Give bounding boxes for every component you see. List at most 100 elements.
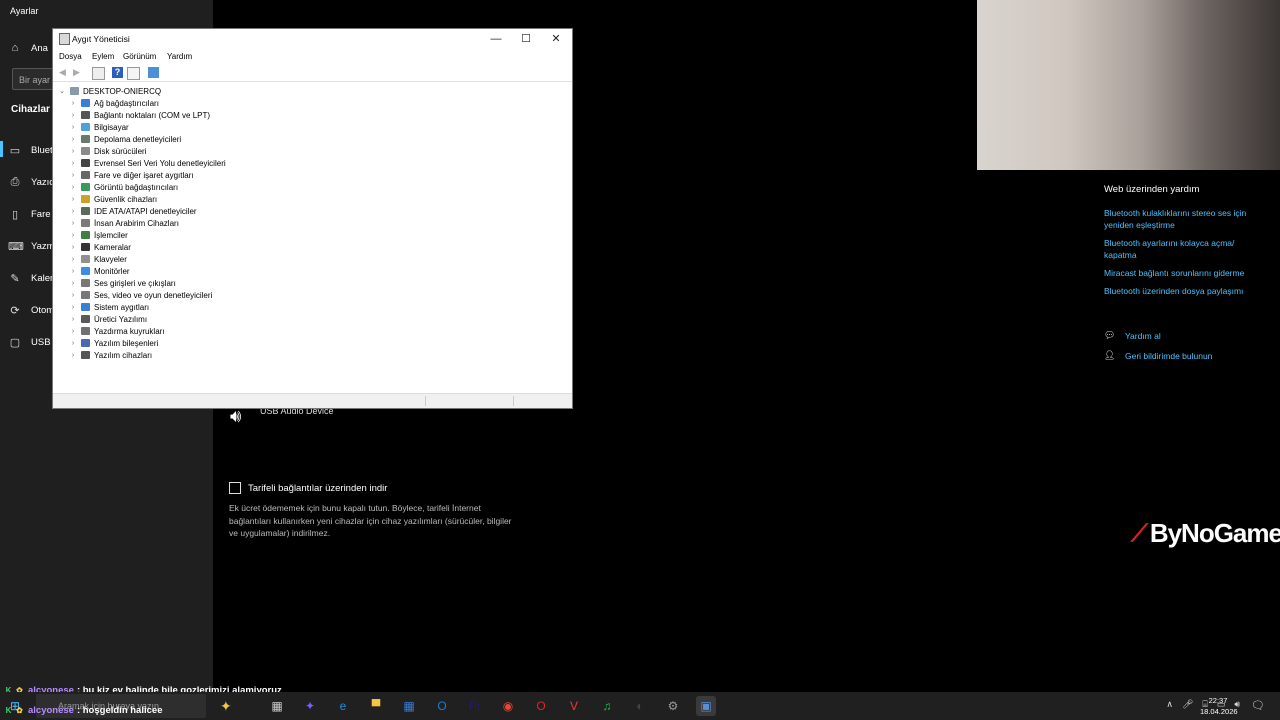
chevron-right-icon[interactable]: › — [68, 196, 78, 203]
device-category[interactable]: › Yazılım bileşenleri — [68, 337, 159, 349]
help-link[interactable]: Miracast bağlantı sorunlarını giderme — [1104, 267, 1269, 279]
device-manager-icon[interactable]: ▣ — [696, 696, 716, 716]
device-category[interactable]: › İnsan Arabirim Cihazları — [68, 217, 179, 229]
back-arrow-icon[interactable]: ◀ — [57, 67, 68, 78]
chevron-right-icon[interactable]: › — [68, 136, 78, 143]
outlook-icon[interactable]: O — [432, 696, 452, 716]
maximize-button[interactable]: ☐ — [511, 31, 541, 47]
chevron-right-icon[interactable]: › — [68, 352, 78, 359]
file-explorer-icon[interactable]: ▀ — [366, 696, 386, 716]
chevron-right-icon[interactable]: › — [68, 256, 78, 263]
device-category[interactable]: › Ağ bağdaştırıcıları — [68, 97, 159, 109]
menu-help[interactable]: Yardım — [167, 52, 192, 61]
nav-item-label: Yazm — [31, 240, 55, 252]
menu-view[interactable]: Görünüm — [123, 52, 156, 61]
device-category-label: Ses, video ve oyun denetleyicileri — [94, 290, 213, 300]
get-help-link[interactable]: 💬︎ Yardım al — [1104, 330, 1161, 341]
obs-icon[interactable]: ◐ — [630, 696, 650, 716]
device-category[interactable]: › Klavyeler — [68, 253, 127, 265]
device-category[interactable]: › Fare ve diğer işaret aygıtları — [68, 169, 194, 181]
help-link[interactable]: Bluetooth kulaklıklarını stereo ses için… — [1104, 207, 1269, 231]
scan-hardware-icon[interactable] — [148, 67, 159, 78]
device-category[interactable]: › Görüntü bağdaştırıcıları — [68, 181, 178, 193]
edge-icon[interactable]: e — [333, 696, 353, 716]
device-category[interactable]: › Bilgisayar — [68, 121, 129, 133]
chevron-right-icon[interactable]: › — [68, 124, 78, 131]
device-category[interactable]: › Disk sürücüleri — [68, 145, 147, 157]
chevron-right-icon[interactable]: › — [68, 316, 78, 323]
device-category-label: Disk sürücüleri — [94, 146, 147, 156]
chevron-right-icon[interactable]: › — [68, 292, 78, 299]
opera-icon[interactable]: O — [531, 696, 551, 716]
chevron-down-icon[interactable]: ⌄ — [57, 87, 67, 95]
chevron-right-icon[interactable]: › — [68, 100, 78, 107]
chrome-icon[interactable]: ◉ — [498, 696, 518, 716]
chevron-right-icon[interactable]: › — [68, 280, 78, 287]
premiere-icon[interactable]: Pr — [465, 696, 485, 716]
device-category[interactable]: › Üretici Yazılımı — [68, 313, 147, 325]
device-category[interactable]: › Kameralar — [68, 241, 131, 253]
properties-icon[interactable] — [92, 67, 105, 80]
microphone-icon[interactable]: 🎤︎ — [1182, 699, 1193, 710]
menu-action[interactable]: Eylem — [92, 52, 114, 61]
device-category[interactable]: › Monitörler — [68, 265, 130, 277]
chevron-right-icon[interactable]: › — [68, 328, 78, 335]
taskbar-clock[interactable]: 22:37 18.04.2026 — [1200, 695, 1238, 717]
spotify-icon[interactable]: ♫ — [597, 696, 617, 716]
chevron-right-icon[interactable]: › — [68, 172, 78, 179]
device-category[interactable]: › Yazılım cihazları — [68, 349, 152, 361]
chevron-right-icon[interactable]: › — [68, 244, 78, 251]
device-category[interactable]: › Ses, video ve oyun denetleyicileri — [68, 289, 212, 301]
device-category-icon — [81, 255, 90, 263]
menu-file[interactable]: Dosya — [59, 52, 82, 61]
close-button[interactable]: ✕ — [541, 31, 571, 47]
store-icon[interactable]: ▦ — [399, 696, 419, 716]
device-category[interactable]: › Güvenlik cihazları — [68, 193, 157, 205]
view-icon[interactable] — [127, 67, 140, 80]
device-category-label: IDE ATA/ATAPI denetleyiciler — [94, 206, 197, 216]
help-icon[interactable]: ? — [112, 67, 123, 78]
copilot-icon[interactable]: ✦ — [300, 696, 320, 716]
home-icon: ⌂ — [11, 42, 19, 54]
device-category[interactable]: › Ses girişleri ve çıkışları — [68, 277, 176, 289]
device-category[interactable]: › Depolama denetleyicileri — [68, 133, 181, 145]
chevron-right-icon[interactable]: › — [68, 208, 78, 215]
forward-arrow-icon[interactable]: ▶ — [71, 67, 82, 78]
device-category-label: Ağ bağdaştırıcıları — [94, 98, 159, 108]
help-link[interactable]: Bluetooth ayarlarını kolayca açma/ kapat… — [1104, 237, 1269, 261]
chevron-right-icon[interactable]: › — [68, 184, 78, 191]
device-category[interactable]: › İşlemciler — [68, 229, 128, 241]
chevron-right-icon[interactable]: › — [68, 220, 78, 227]
device-category[interactable]: › Yazdırma kuyrukları — [68, 325, 165, 337]
device-category[interactable]: › IDE ATA/ATAPI denetleyiciler — [68, 205, 197, 217]
chevron-right-icon[interactable]: › — [68, 340, 78, 347]
device-category[interactable]: › Evrensel Seri Veri Yolu denetleyicileri — [68, 157, 226, 169]
device-category-label: Sistem aygıtları — [94, 302, 150, 312]
chevron-right-icon[interactable]: › — [68, 148, 78, 155]
device-category[interactable]: › Bağlantı noktaları (COM ve LPT) — [68, 109, 210, 121]
chat-text: : hoşgeldin halicee — [76, 705, 163, 716]
nav-item-label: Fare — [31, 208, 51, 220]
tree-root[interactable]: ⌄ DESKTOP-ONIERCQ — [57, 85, 161, 97]
device-category[interactable]: › Sistem aygıtları — [68, 301, 149, 313]
device-category-icon — [81, 291, 90, 299]
metered-download-description: Ek ücret ödememek için bunu kapalı tutun… — [229, 503, 512, 538]
device-manager-window: Aygıt Yöneticisi — ☐ ✕ Dosya Eylem Görün… — [53, 29, 572, 408]
chevron-right-icon[interactable]: › — [68, 112, 78, 119]
chevron-right-icon[interactable]: › — [68, 304, 78, 311]
task-view-icon[interactable]: ▦ — [267, 696, 287, 716]
metered-download-checkbox[interactable] — [229, 482, 241, 494]
vivaldi-icon[interactable]: V — [564, 696, 584, 716]
chevron-right-icon[interactable]: › — [68, 232, 78, 239]
chevron-right-icon[interactable]: › — [68, 268, 78, 275]
notification-icon[interactable]: 🗨︎ — [1251, 699, 1265, 712]
chevron-up-icon[interactable]: ∧ — [1166, 699, 1173, 710]
search-highlight-icon[interactable]: ✦ — [220, 698, 232, 715]
minimize-button[interactable]: — — [481, 31, 511, 47]
chevron-right-icon[interactable]: › — [68, 160, 78, 167]
feedback-link[interactable]: 👤︎ Geri bildirimde bulunun — [1104, 350, 1212, 361]
badge-icon: ✿ — [16, 706, 23, 715]
help-link[interactable]: Bluetooth üzerinden dosya paylaşımı — [1104, 285, 1269, 297]
device-manager-titlebar[interactable]: Aygıt Yöneticisi — ☐ ✕ — [53, 29, 572, 49]
settings-icon[interactable]: ⚙ — [663, 696, 683, 716]
